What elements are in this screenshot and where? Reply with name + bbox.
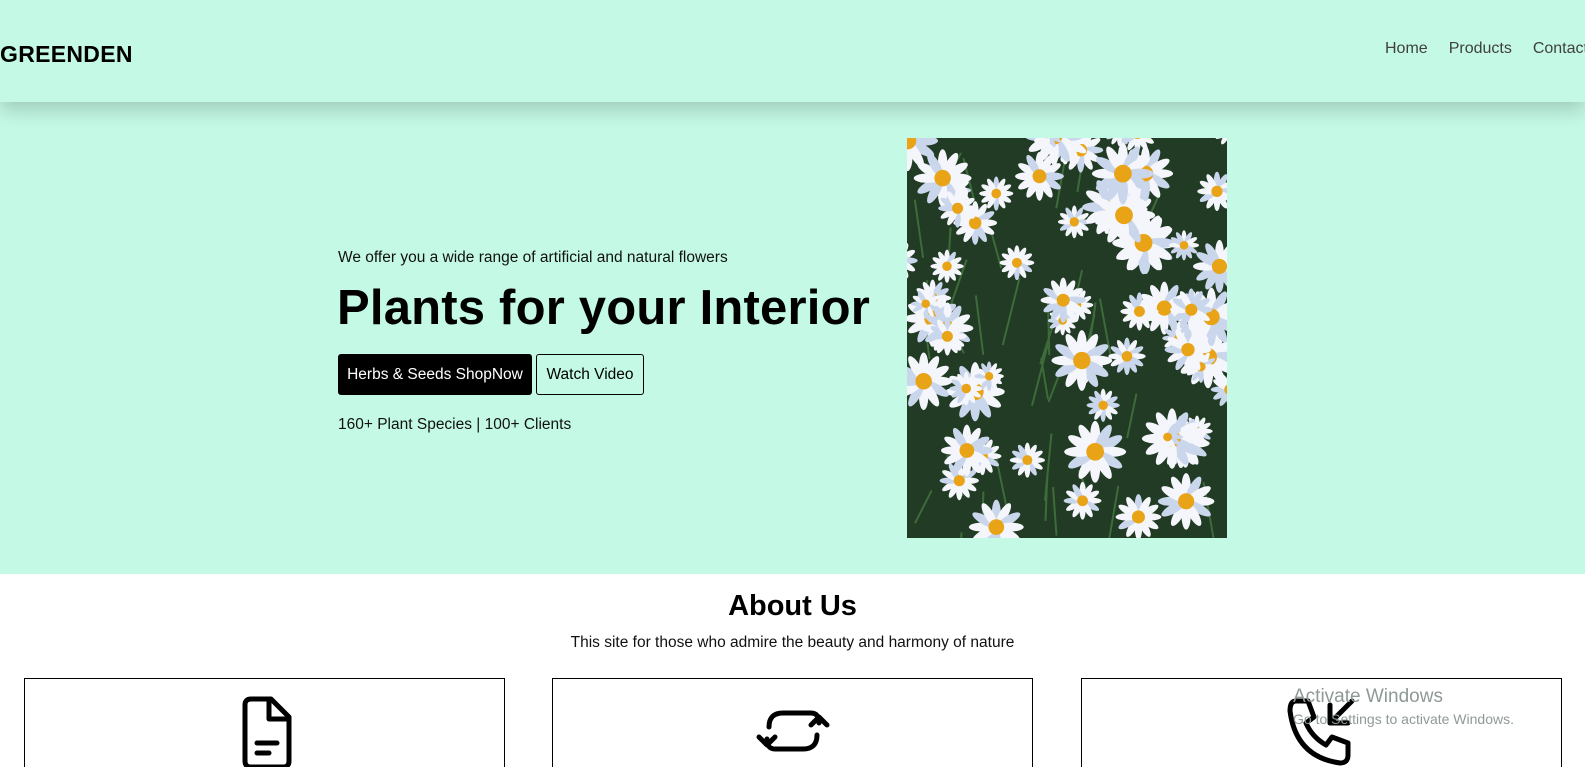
nav-links: Home Products Contact xyxy=(1385,40,1585,62)
feature-card xyxy=(1081,678,1562,767)
hero-section: We offer you a wide range of artificial … xyxy=(0,102,1585,574)
hero-tagline: We offer you a wide range of artificial … xyxy=(338,249,728,266)
navbar: GREENDEN Home Products Contact xyxy=(0,0,1585,102)
document-icon xyxy=(225,691,305,767)
about-subtitle: This site for those who admire the beaut… xyxy=(570,634,1015,651)
daisy-flowers-image xyxy=(907,138,1227,538)
feature-card xyxy=(24,678,505,767)
nav-link-products[interactable]: Products xyxy=(1449,40,1512,62)
hero-title: Plants for your Interior xyxy=(337,281,870,335)
refresh-icon xyxy=(753,691,833,767)
nav-link-home[interactable]: Home xyxy=(1385,40,1428,62)
phone-incoming-icon xyxy=(1282,691,1362,767)
nav-link-contact[interactable]: Contact xyxy=(1533,40,1585,62)
watch-video-button[interactable]: Watch Video xyxy=(536,354,644,395)
shop-now-button[interactable]: Herbs & Seeds ShopNow xyxy=(338,354,532,395)
page: GREENDEN Home Products Contact We offer … xyxy=(0,0,1585,767)
feature-card xyxy=(552,678,1033,767)
hero-stats: 160+ Plant Species | 100+ Clients xyxy=(338,416,572,433)
about-title: About Us xyxy=(728,590,857,622)
brand-logo[interactable]: GREENDEN xyxy=(0,41,133,68)
